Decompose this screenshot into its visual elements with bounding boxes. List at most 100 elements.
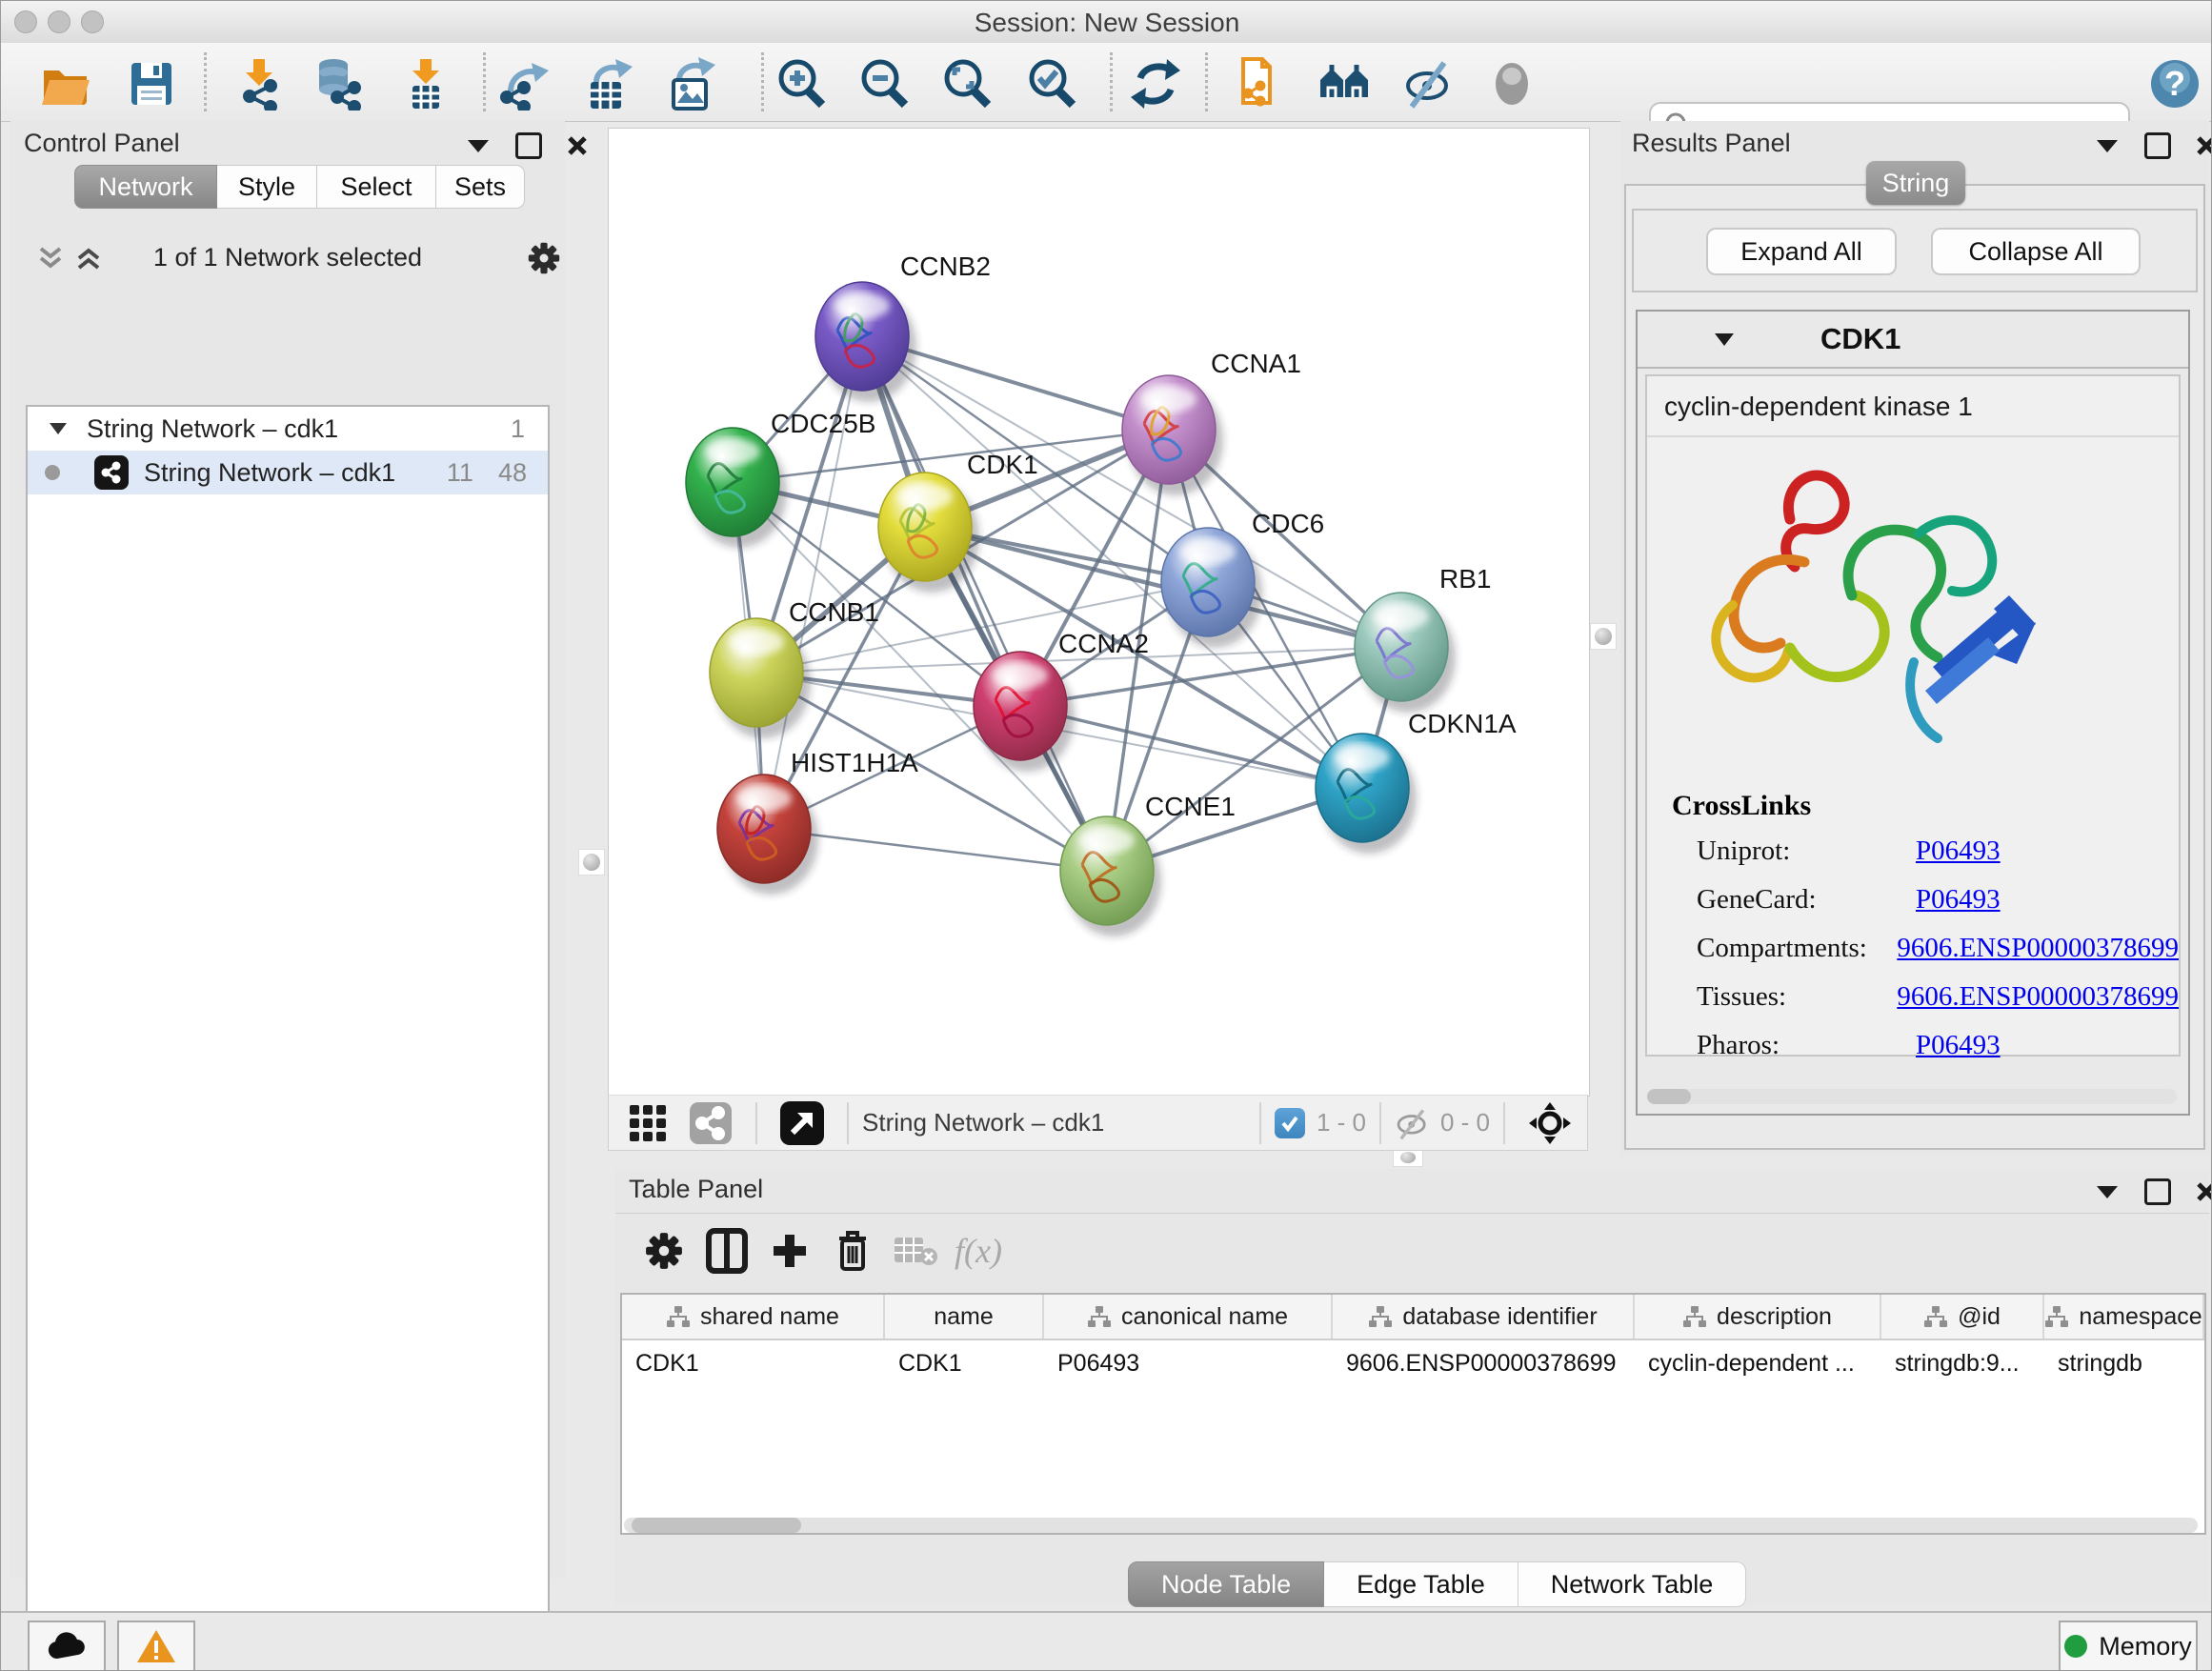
network-canvas[interactable]: CCNB2CCNA1CDC25BCDK1CDC6RB1CCNB1CCNA2CDK… (608, 128, 1590, 1097)
export-image-button[interactable] (662, 55, 719, 112)
memory-label: Memory (2099, 1632, 2192, 1661)
panel-close-icon[interactable] (567, 135, 588, 156)
horizontal-splitter-handle[interactable] (1393, 1148, 1423, 1167)
column-header[interactable]: name (885, 1295, 1044, 1339)
zoom-in-button[interactable] (773, 55, 830, 112)
network-node-CCNE1[interactable]: CCNE1 (1060, 792, 1236, 936)
panel-menu-icon[interactable] (2095, 1184, 2120, 1199)
column-header[interactable]: database identifier (1333, 1295, 1635, 1339)
cloud-status-button[interactable] (28, 1621, 106, 1671)
tab-string[interactable]: String (1866, 161, 1965, 205)
tree-expand-icon[interactable] (49, 422, 68, 435)
crosslink-link[interactable]: P06493 (1916, 1030, 2001, 1061)
memory-button[interactable]: Memory (2059, 1621, 2198, 1671)
column-header[interactable]: namespace (2044, 1295, 2204, 1339)
zoom-selected-button[interactable] (1023, 55, 1080, 112)
network-node-CDC6[interactable]: CDC6 (1161, 509, 1324, 648)
panel-menu-icon[interactable] (466, 138, 491, 153)
zoom-out-button[interactable] (855, 55, 913, 112)
column-header[interactable]: @id (1881, 1295, 2044, 1339)
warnings-button[interactable] (117, 1621, 195, 1671)
panel-float-icon[interactable] (515, 132, 542, 159)
tab-sets[interactable]: Sets (436, 165, 525, 209)
network-node-CCNA1[interactable]: CCNA1 (1122, 349, 1301, 495)
tab-network-table[interactable]: Network Table (1518, 1561, 1747, 1607)
tab-network[interactable]: Network (74, 165, 217, 209)
pan-mode-button[interactable] (1518, 1095, 1581, 1152)
tab-edge-table[interactable]: Edge Table (1324, 1561, 1518, 1607)
protein-section-header[interactable]: CDK1 (1638, 312, 2188, 369)
table-cell[interactable]: 9606.ENSP00000378699 (1333, 1340, 1635, 1386)
table-cell[interactable]: stringdb:9... (1881, 1340, 2044, 1386)
panel-menu-icon[interactable] (2095, 138, 2120, 153)
table-cell[interactable]: P06493 (1044, 1340, 1333, 1386)
show-column-panel-button[interactable] (695, 1222, 758, 1279)
delete-column-button[interactable] (821, 1222, 884, 1279)
table-horizontal-scrollbar[interactable] (624, 1518, 2198, 1533)
selected-nodes-checkbox[interactable] (1275, 1108, 1305, 1138)
table-cell[interactable]: CDK1 (622, 1340, 885, 1386)
column-header[interactable]: description (1635, 1295, 1881, 1339)
create-column-button[interactable] (758, 1222, 821, 1279)
network-graph[interactable]: CCNB2CCNA1CDC25BCDK1CDC6RB1CCNB1CCNA2CDK… (609, 129, 1589, 1096)
birds-eye-view-button[interactable] (616, 1095, 679, 1152)
hide-graphics-details-button[interactable] (1400, 55, 1458, 112)
vertical-splitter-handle[interactable] (1590, 623, 1617, 650)
table-cell[interactable]: stringdb (2044, 1340, 2204, 1386)
tab-select[interactable]: Select (317, 165, 436, 209)
node-label: CDC25B (771, 409, 875, 438)
network-node-CCNB2[interactable]: CCNB2 (815, 252, 991, 402)
table-options-button[interactable] (633, 1222, 695, 1279)
network-collection-row[interactable]: String Network – cdk1 1 (28, 407, 548, 451)
expand-all-button[interactable]: Expand All (1706, 228, 1897, 275)
help-button[interactable]: ? (2146, 55, 2203, 112)
table-row[interactable]: CDK1CDK1P064939606.ENSP00000378699cyclin… (622, 1340, 2204, 1386)
scrollbar-thumb[interactable] (1647, 1089, 1691, 1104)
table-toolbar: f(x) (615, 1213, 2209, 1288)
save-session-button[interactable] (123, 55, 180, 112)
crosslink-link[interactable]: P06493 (1916, 836, 2001, 867)
tab-style[interactable]: Style (217, 165, 317, 209)
panel-float-icon[interactable] (2144, 132, 2171, 159)
network-row-selected[interactable]: String Network – cdk1 11 48 (28, 451, 548, 494)
results-horizontal-scrollbar[interactable] (1647, 1089, 2177, 1104)
vertical-splitter-handle[interactable] (578, 849, 605, 876)
network-label: String Network – cdk1 (144, 458, 395, 488)
panel-close-icon[interactable] (2196, 1181, 2212, 1202)
network-node-HIST1H1A[interactable]: HIST1H1A (717, 748, 918, 895)
collapse-all-button[interactable]: Collapse All (1931, 228, 2141, 275)
reapply-layout-button[interactable] (1127, 55, 1184, 112)
window-title: Session: New Session (1, 8, 2212, 38)
crosslink-link[interactable]: 9606.ENSP00000378699 (1897, 981, 2179, 1013)
refresh-icon (1129, 57, 1182, 111)
column-header[interactable]: shared name (622, 1295, 885, 1339)
export-network-button[interactable] (497, 55, 554, 112)
crosslink-link[interactable]: P06493 (1916, 884, 2001, 916)
import-table-button[interactable] (397, 55, 454, 112)
open-view-in-window-button[interactable] (771, 1095, 834, 1152)
network-share-view-button[interactable] (679, 1095, 742, 1152)
table-cell[interactable]: CDK1 (885, 1340, 1044, 1386)
network-overview-button[interactable] (1317, 55, 1374, 112)
section-collapse-icon[interactable] (1714, 332, 1735, 347)
network-node-CDC25B[interactable]: CDC25B (686, 409, 875, 548)
import-network-button[interactable] (231, 55, 288, 112)
network-node-RB1[interactable]: RB1 (1355, 564, 1491, 713)
zoom-fit-button[interactable] (938, 55, 995, 112)
crosslink-link[interactable]: 9606.ENSP00000378699 (1897, 933, 2179, 964)
tab-node-table[interactable]: Node Table (1128, 1561, 1324, 1607)
delete-table-icon (893, 1234, 938, 1268)
panel-float-icon[interactable] (2144, 1178, 2171, 1205)
control-panel: Control Panel Network Style Select Sets … (10, 121, 565, 1579)
network-node-CDKN1A[interactable]: CDKN1A (1316, 709, 1517, 854)
table-cell[interactable]: cyclin-dependent ... (1635, 1340, 1881, 1386)
export-table-button[interactable] (579, 55, 636, 112)
show-graphics-details-button[interactable] (1483, 55, 1540, 112)
import-network-from-database-button[interactable] (311, 55, 368, 112)
column-header[interactable]: canonical name (1044, 1295, 1333, 1339)
panel-close-icon[interactable] (2196, 135, 2212, 156)
scrollbar-thumb[interactable] (632, 1518, 801, 1533)
network-options-gear-icon[interactable] (527, 241, 561, 275)
open-session-button[interactable] (37, 55, 94, 112)
new-network-from-file-button[interactable] (1232, 55, 1289, 112)
